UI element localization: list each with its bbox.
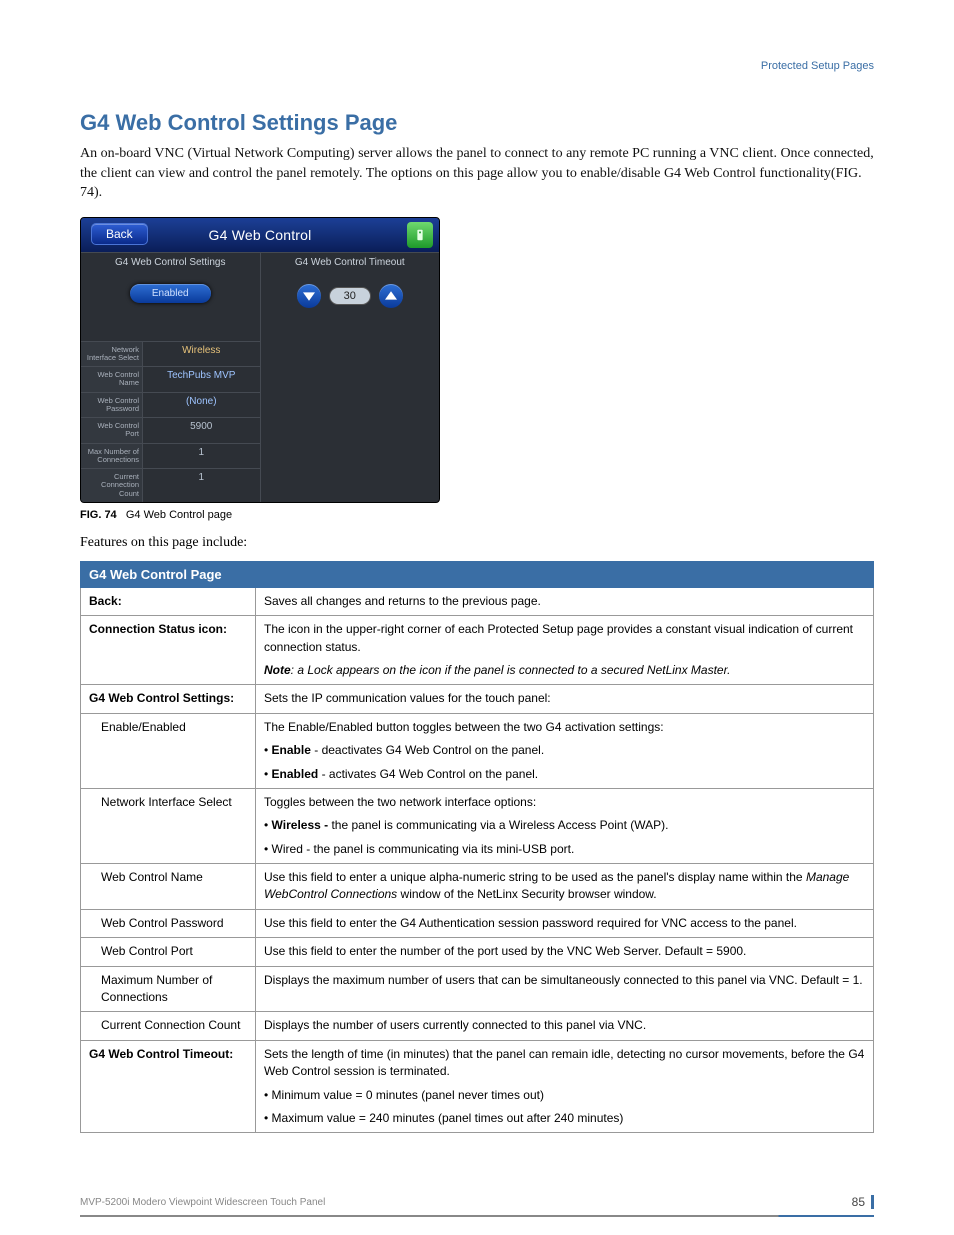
row-label: Enable/Enabled (81, 713, 256, 788)
features-intro: Features on this page include: (80, 535, 874, 551)
setting-label: Network Interface Select (81, 341, 143, 367)
panel-left-col: G4 Web Control Settings Enabled Network … (81, 253, 261, 502)
figure-caption-text: G4 Web Control page (126, 509, 232, 521)
panel-body: G4 Web Control Settings Enabled Network … (81, 252, 439, 502)
setting-value: 1 (143, 468, 260, 502)
timeout-value: 30 (329, 287, 371, 305)
page-footer: MVP-5200i Modero Viewpoint Widescreen To… (80, 1195, 874, 1209)
setting-label: Current Connection Count (81, 468, 143, 502)
setting-value: (None) (143, 392, 260, 418)
setting-label: Web Control Password (81, 392, 143, 418)
footer-pageno: 85 (852, 1195, 874, 1209)
table-row: Web Control NameUse this field to enter … (81, 864, 874, 910)
row-desc: Sets the length of time (in minutes) tha… (256, 1040, 874, 1133)
row-desc: Use this field to enter a unique alpha-n… (256, 864, 874, 910)
panel-title-text: G4 Web Control (209, 227, 312, 243)
settings-grid: Network Interface SelectWirelessWeb Cont… (81, 341, 260, 502)
setting-label: Web Control Port (81, 417, 143, 443)
row-desc: Saves all changes and returns to the pre… (256, 587, 874, 615)
setting-value: Wireless (143, 341, 260, 367)
panel-titlebar: Back G4 Web Control (81, 218, 439, 252)
row-label: Web Control Name (81, 864, 256, 910)
row-label: Connection Status icon: (81, 616, 256, 685)
table-row: G4 Web Control Timeout:Sets the length o… (81, 1040, 874, 1133)
figure-74: Back G4 Web Control G4 Web Control Setti… (80, 217, 874, 521)
row-label: Web Control Port (81, 938, 256, 966)
table-row: Maximum Number of ConnectionsDisplays th… (81, 966, 874, 1012)
panel-right-col: G4 Web Control Timeout 30 (261, 253, 440, 502)
setting-value: TechPubs MVP (143, 366, 260, 392)
row-desc: Displays the number of users currently c… (256, 1012, 874, 1040)
row-label: G4 Web Control Timeout: (81, 1040, 256, 1133)
footer-rule (80, 1215, 874, 1217)
table-header: G4 Web Control Page (81, 561, 874, 587)
footer-product: MVP-5200i Modero Viewpoint Widescreen To… (80, 1197, 325, 1208)
left-section-header: G4 Web Control Settings (81, 253, 260, 272)
g4-panel: Back G4 Web Control G4 Web Control Setti… (80, 217, 440, 503)
figure-number: FIG. 74 (80, 509, 117, 521)
row-desc: Use this field to enter the number of th… (256, 938, 874, 966)
row-desc: The icon in the upper-right corner of ea… (256, 616, 874, 685)
table-row: Connection Status icon:The icon in the u… (81, 616, 874, 685)
setting-value: 1 (143, 443, 260, 469)
features-table: G4 Web Control Page Back:Saves all chang… (80, 561, 874, 1134)
table-row: Web Control PasswordUse this field to en… (81, 909, 874, 937)
row-desc: Sets the IP communication values for the… (256, 685, 874, 713)
figure-caption: FIG. 74 G4 Web Control page (80, 509, 874, 521)
table-row: Network Interface SelectToggles between … (81, 788, 874, 863)
row-label: Network Interface Select (81, 788, 256, 863)
timeout-control: 30 (261, 284, 440, 308)
table-row: G4 Web Control Settings:Sets the IP comm… (81, 685, 874, 713)
setting-label: Web Control Name (81, 366, 143, 392)
table-row: Web Control PortUse this field to enter … (81, 938, 874, 966)
row-desc: Use this field to enter the G4 Authentic… (256, 909, 874, 937)
row-label: Web Control Password (81, 909, 256, 937)
row-desc: Displays the maximum number of users tha… (256, 966, 874, 1012)
right-section-header: G4 Web Control Timeout (261, 253, 440, 272)
setting-value: 5900 (143, 417, 260, 443)
enable-button[interactable]: Enabled (130, 284, 211, 303)
back-button[interactable]: Back (91, 223, 148, 245)
row-label: Maximum Number of Connections (81, 966, 256, 1012)
timeout-down-button[interactable] (297, 284, 321, 308)
intro-paragraph: An on-board VNC (Virtual Network Computi… (80, 144, 874, 203)
timeout-up-button[interactable] (379, 284, 403, 308)
table-row: Back:Saves all changes and returns to th… (81, 587, 874, 615)
header-section: Protected Setup Pages (761, 60, 874, 72)
row-label: Current Connection Count (81, 1012, 256, 1040)
row-label: Back: (81, 587, 256, 615)
page-title: G4 Web Control Settings Page (80, 110, 874, 136)
row-desc: The Enable/Enabled button toggles betwee… (256, 713, 874, 788)
connection-status-icon (407, 222, 433, 248)
setting-label: Max Number of Connections (81, 443, 143, 469)
table-row: Enable/EnabledThe Enable/Enabled button … (81, 713, 874, 788)
table-row: Current Connection CountDisplays the num… (81, 1012, 874, 1040)
row-label: G4 Web Control Settings: (81, 685, 256, 713)
row-desc: Toggles between the two network interfac… (256, 788, 874, 863)
